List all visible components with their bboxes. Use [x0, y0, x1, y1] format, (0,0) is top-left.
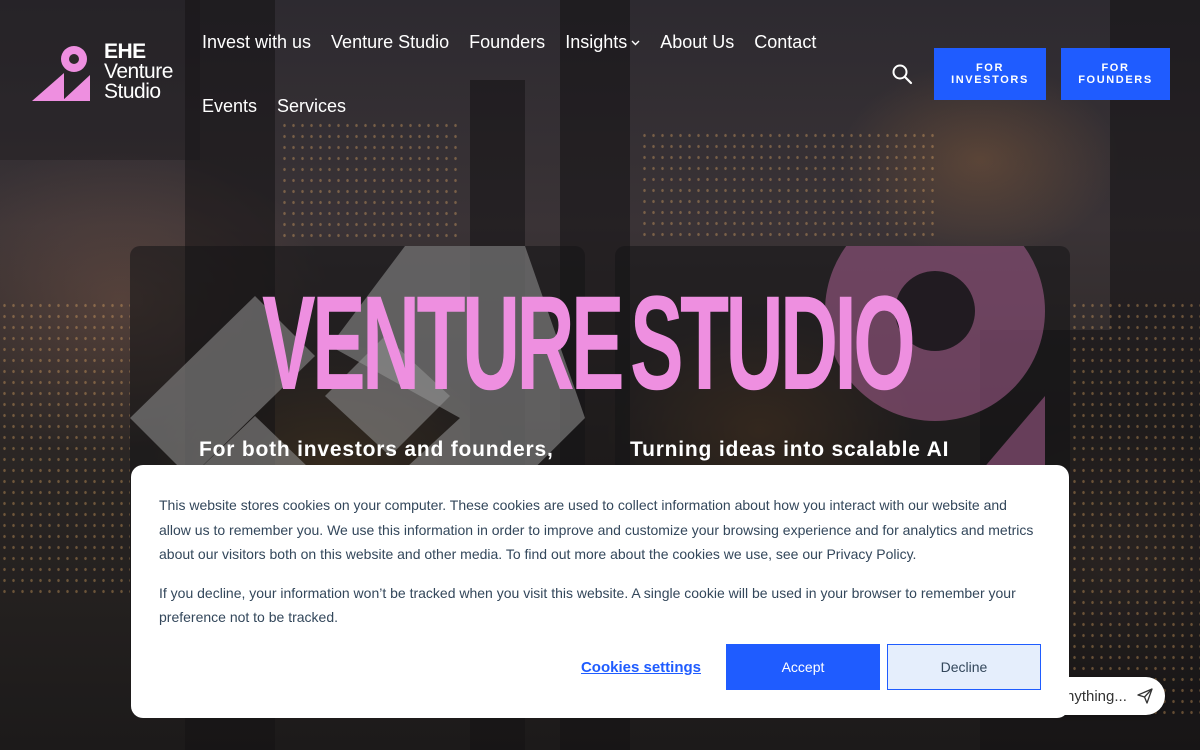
for-founders-line-2: FOUNDERS: [1078, 74, 1153, 86]
nav-founders[interactable]: Founders: [469, 32, 545, 53]
decline-button[interactable]: Decline: [887, 644, 1041, 690]
brand-line-1: EHE: [104, 40, 146, 63]
cookie-text-2: If you decline, your information won’t b…: [159, 584, 1016, 626]
accept-button[interactable]: Accept: [726, 644, 880, 690]
hero-subtitle-founders: Turning ideas into scalable AI: [630, 438, 950, 461]
nav-venture-studio[interactable]: Venture Studio: [331, 32, 449, 53]
send-icon[interactable]: [1137, 688, 1153, 704]
nav-insights-label: Insights: [565, 31, 628, 52]
hero-subtitle-investors: For both investors and founders,: [199, 438, 554, 461]
for-founders-button[interactable]: FOR FOUNDERS: [1061, 48, 1170, 100]
brand-mark-icon: [32, 46, 90, 101]
nav-invest-with-us[interactable]: Invest with us: [202, 32, 311, 53]
brand-wordmark: EHE Venture Studio: [104, 40, 173, 103]
main-nav: Invest with us Venture Studio Founders I…: [202, 28, 842, 120]
hero-title-venture: VENTURE: [262, 269, 625, 418]
for-investors-line-2: INVESTORS: [951, 74, 1029, 86]
cookies-settings-link[interactable]: Cookies settings: [581, 659, 701, 676]
nav-contact[interactable]: Contact: [754, 32, 816, 53]
chevron-down-icon: [631, 37, 640, 49]
cookie-text-1: This website stores cookies on your comp…: [159, 497, 1034, 562]
nav-insights[interactable]: Insights: [565, 32, 640, 53]
nav-events[interactable]: Events: [202, 96, 257, 117]
cookie-banner: This website stores cookies on your comp…: [131, 465, 1069, 718]
nav-about-us[interactable]: About Us: [660, 32, 734, 53]
for-investors-button[interactable]: FOR INVESTORS: [934, 48, 1046, 100]
brand-logo[interactable]: EHE Venture Studio: [30, 40, 190, 104]
brand-line-3: Studio: [104, 80, 161, 103]
nav-services[interactable]: Services: [277, 96, 346, 117]
for-founders-line-1: FOR: [1101, 62, 1130, 74]
cookie-actions: Cookies settings Accept Decline: [581, 644, 1041, 690]
nav-row-1: Invest with us Venture Studio Founders I…: [202, 28, 842, 56]
search-icon[interactable]: [890, 62, 914, 86]
chat-input-text[interactable]: nything...: [1066, 688, 1127, 705]
for-investors-line-1: FOR: [975, 62, 1005, 74]
brand-line-2: Venture: [104, 60, 173, 83]
nav-row-2: Events Services: [202, 92, 842, 120]
hero-title-studio: STUDIO: [630, 269, 916, 418]
